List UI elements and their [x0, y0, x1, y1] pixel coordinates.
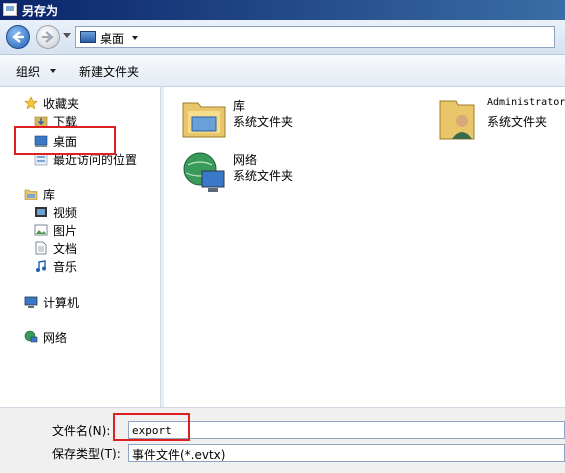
content-item-network[interactable]: 网络 系统文件夹: [180, 149, 360, 199]
picture-icon: [34, 224, 48, 236]
filetype-label: 保存类型(T):: [52, 447, 121, 461]
filename-highlight-box: [113, 413, 190, 441]
forward-arrow-icon: [42, 31, 54, 43]
library-folder-icon: [182, 102, 226, 138]
user-folder-icon: [439, 100, 475, 140]
filetype-value: 事件文件(*.evtx): [132, 448, 226, 462]
filename-field[interactable]: [128, 421, 565, 439]
window-title: 另存为: [22, 4, 59, 18]
filename-label: 文件名(N):: [52, 424, 111, 438]
music-note-icon: [36, 260, 46, 272]
video-icon: [35, 207, 47, 217]
organize-chevron-down-icon[interactable]: [50, 69, 56, 73]
address-bar[interactable]: 桌面: [75, 26, 555, 48]
save-form: 文件名(N): 保存类型(T): 事件文件(*.evtx): [0, 407, 565, 473]
network-globe-icon: [24, 330, 38, 343]
library-folder-icon: [24, 189, 38, 200]
address-location[interactable]: 桌面: [100, 30, 124, 47]
address-chevron-down-icon[interactable]: [132, 36, 138, 40]
title-bar[interactable]: 另存为: [0, 0, 565, 20]
document-icon: [35, 241, 47, 255]
star-icon: [24, 96, 38, 110]
navigation-bar: 桌面: [0, 20, 565, 55]
content-pane: 库 系统文件夹 Administrator 系统文件夹 网络 系统文件夹: [164, 87, 565, 407]
new-folder-button[interactable]: 新建文件夹: [79, 63, 139, 80]
forward-button[interactable]: [36, 25, 60, 49]
filetype-select[interactable]: 事件文件(*.evtx): [128, 444, 565, 462]
command-toolbar: 组织 新建文件夹: [0, 55, 565, 87]
network-globe-icon: [183, 152, 225, 192]
computer-icon: [24, 296, 38, 308]
content-item-libraries[interactable]: 库 系统文件夹: [180, 95, 360, 145]
history-dropdown-icon[interactable]: [63, 33, 71, 38]
desktop-highlight-box: [14, 126, 116, 155]
desktop-icon: [80, 31, 96, 43]
save-dialog-icon: [3, 3, 17, 16]
back-arrow-icon: [12, 31, 24, 43]
content-item-administrator[interactable]: Administrator 系统文件夹: [434, 95, 565, 145]
back-button[interactable]: [6, 25, 30, 49]
organize-button[interactable]: 组织: [16, 63, 40, 80]
